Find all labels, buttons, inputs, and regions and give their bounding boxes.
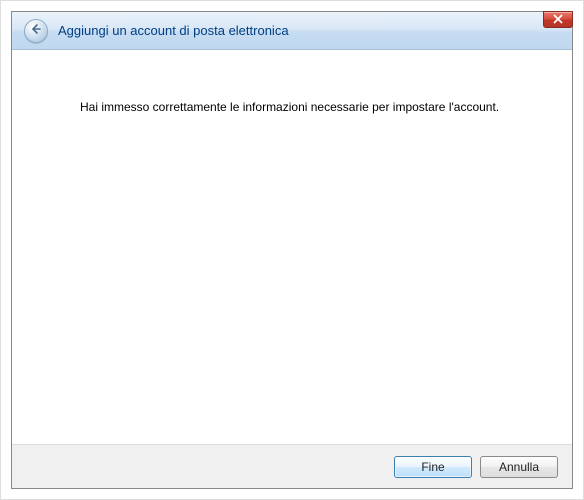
cancel-button[interactable]: Annulla [480,456,558,478]
success-message: Hai immesso correttamente le informazion… [80,100,532,114]
finish-button[interactable]: Fine [394,456,472,478]
wizard-window: Aggiungi un account di posta elettronica… [11,11,573,489]
close-icon [553,13,563,27]
arrow-left-icon [30,23,42,38]
wizard-header: Aggiungi un account di posta elettronica [12,12,572,50]
titlebar-controls [543,11,573,28]
back-button[interactable] [24,19,48,43]
wizard-content: Hai immesso correttamente le informazion… [12,50,572,444]
window-frame: Aggiungi un account di posta elettronica… [0,0,584,500]
wizard-footer: Fine Annulla [12,444,572,488]
close-button[interactable] [543,11,573,28]
wizard-title: Aggiungi un account di posta elettronica [58,23,289,38]
